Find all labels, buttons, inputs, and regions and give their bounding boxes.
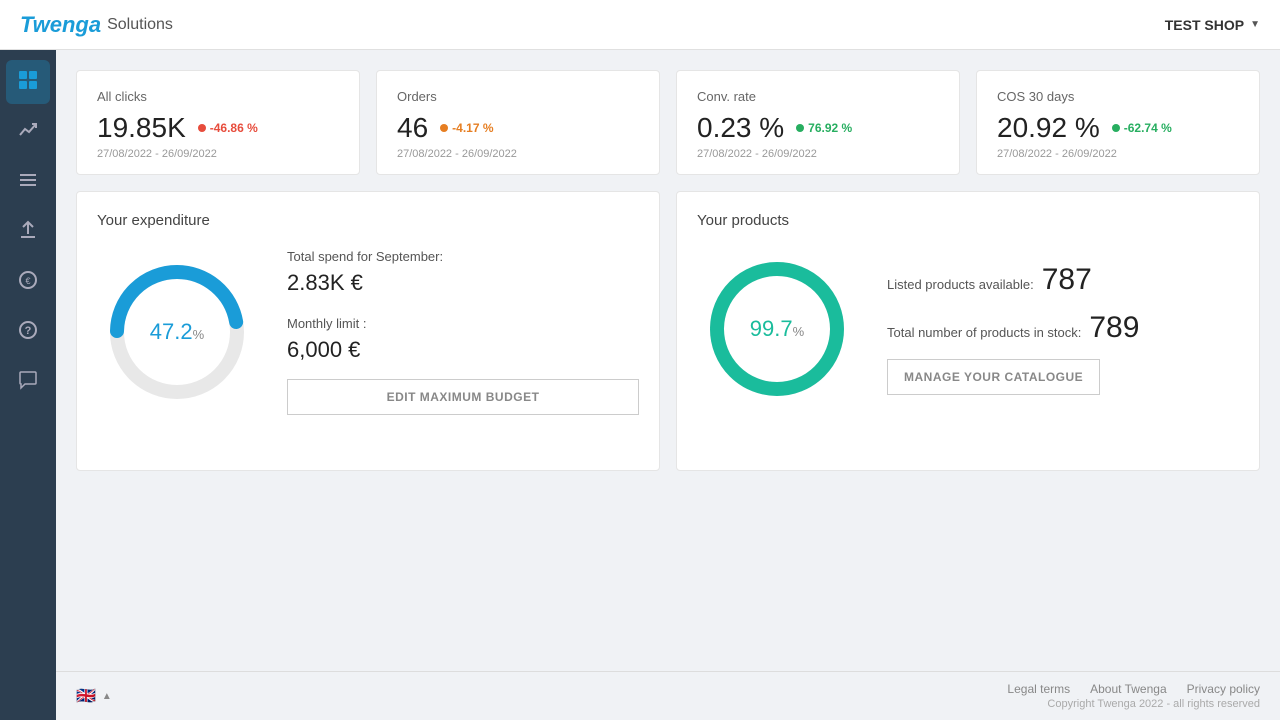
logo-solutions: Solutions bbox=[107, 16, 173, 34]
listed-count: 787 bbox=[1042, 263, 1092, 297]
sidebar: € ? bbox=[0, 50, 56, 720]
stat-value-conv: 0.23 % bbox=[697, 112, 784, 144]
products-panel: Your products 99.7% Listed p bbox=[676, 191, 1260, 471]
badge-dot-clicks bbox=[198, 124, 206, 132]
monthly-limit-value: 6,000 € bbox=[287, 337, 639, 363]
manage-catalogue-button[interactable]: MANAGE YOUR CATALOGUE bbox=[887, 359, 1100, 395]
stat-date-conv: 27/08/2022 - 26/09/2022 bbox=[697, 148, 939, 160]
badge-dot-orders bbox=[440, 124, 448, 132]
expenditure-info: Total spend for September: 2.83K € Month… bbox=[287, 249, 639, 415]
expenditure-donut: 47.2% bbox=[97, 252, 257, 412]
footer-copyright: Copyright Twenga 2022 - all rights reser… bbox=[1007, 698, 1260, 710]
svg-text:?: ? bbox=[25, 325, 32, 337]
footer-left: 🇬🇧 ▲ bbox=[76, 686, 112, 706]
main-content: All clicks 19.85K -46.86 % 27/08/2022 - … bbox=[56, 50, 1280, 671]
badge-value-clicks: -46.86 % bbox=[210, 121, 258, 135]
chevron-down-icon: ▼ bbox=[1250, 19, 1260, 30]
products-donut-text: 99.7% bbox=[750, 316, 804, 342]
chat-icon bbox=[18, 370, 38, 395]
expenditure-title: Your expenditure bbox=[97, 212, 639, 229]
stat-value-row-conv: 0.23 % 76.92 % bbox=[697, 112, 939, 144]
badge-value-conv: 76.92 % bbox=[808, 121, 852, 135]
stat-value-cos: 20.92 % bbox=[997, 112, 1100, 144]
badge-dot-cos bbox=[1112, 124, 1120, 132]
help-icon: ? bbox=[18, 320, 38, 345]
money-icon: € bbox=[18, 270, 38, 295]
products-info: Listed products available: 787 Total num… bbox=[887, 263, 1239, 395]
badge-value-cos: -62.74 % bbox=[1124, 121, 1172, 135]
stat-card-clicks: All clicks 19.85K -46.86 % 27/08/2022 - … bbox=[76, 70, 360, 175]
sidebar-item-chat[interactable] bbox=[6, 360, 50, 404]
listed-label: Listed products available: bbox=[887, 277, 1034, 292]
total-spend-value: 2.83K € bbox=[287, 270, 639, 296]
stock-count: 789 bbox=[1089, 311, 1139, 345]
about-twenga-link[interactable]: About Twenga bbox=[1090, 682, 1167, 696]
sidebar-item-analytics[interactable] bbox=[6, 110, 50, 154]
stat-title-orders: Orders bbox=[397, 89, 639, 104]
sidebar-item-dashboard[interactable] bbox=[6, 60, 50, 104]
stat-value-row-clicks: 19.85K -46.86 % bbox=[97, 112, 339, 144]
logo-twenga: Twenga bbox=[20, 12, 101, 38]
monthly-limit-label: Monthly limit : bbox=[287, 316, 639, 331]
stat-badge-clicks: -46.86 % bbox=[198, 121, 258, 135]
stock-label: Total number of products in stock: bbox=[887, 325, 1081, 340]
top-navigation: Twenga Solutions TEST SHOP ▼ bbox=[0, 0, 1280, 50]
expenditure-content: 47.2% Total spend for September: 2.83K €… bbox=[97, 249, 639, 415]
legal-terms-link[interactable]: Legal terms bbox=[1007, 682, 1070, 696]
total-spend-label: Total spend for September: bbox=[287, 249, 639, 264]
stat-value-row-orders: 46 -4.17 % bbox=[397, 112, 639, 144]
edit-budget-button[interactable]: EDIT MAXIMUM BUDGET bbox=[287, 379, 639, 415]
expenditure-donut-text: 47.2% bbox=[150, 319, 204, 345]
footer-links: Legal terms About Twenga Privacy policy bbox=[1007, 682, 1260, 696]
analytics-icon bbox=[18, 120, 38, 145]
products-content: 99.7% Listed products available: 787 Tot… bbox=[697, 249, 1239, 409]
stat-date-cos: 27/08/2022 - 26/09/2022 bbox=[997, 148, 1239, 160]
sidebar-item-help[interactable]: ? bbox=[6, 310, 50, 354]
svg-text:€: € bbox=[25, 276, 30, 286]
stat-title-clicks: All clicks bbox=[97, 89, 339, 104]
stat-badge-cos: -62.74 % bbox=[1112, 121, 1172, 135]
shop-name: TEST SHOP bbox=[1165, 17, 1244, 33]
bottom-row: Your expenditure 47.2% Total bbox=[76, 191, 1260, 471]
stat-card-cos: COS 30 days 20.92 % -62.74 % 27/08/2022 … bbox=[976, 70, 1260, 175]
stock-products-line: Total number of products in stock: 789 bbox=[887, 311, 1239, 345]
footer: 🇬🇧 ▲ Legal terms About Twenga Privacy po… bbox=[56, 671, 1280, 720]
listed-products-line: Listed products available: 787 bbox=[887, 263, 1239, 297]
stat-title-conv: Conv. rate bbox=[697, 89, 939, 104]
sidebar-item-money[interactable]: € bbox=[6, 260, 50, 304]
stat-title-cos: COS 30 days bbox=[997, 89, 1239, 104]
stat-value-row-cos: 20.92 % -62.74 % bbox=[997, 112, 1239, 144]
stat-card-orders: Orders 46 -4.17 % 27/08/2022 - 26/09/202… bbox=[376, 70, 660, 175]
shop-selector[interactable]: TEST SHOP ▼ bbox=[1165, 17, 1260, 33]
stat-badge-conv: 76.92 % bbox=[796, 121, 852, 135]
footer-chevron[interactable]: ▲ bbox=[102, 691, 112, 702]
flag-icon: 🇬🇧 bbox=[76, 686, 96, 706]
stat-badge-orders: -4.17 % bbox=[440, 121, 493, 135]
expenditure-panel: Your expenditure 47.2% Total bbox=[76, 191, 660, 471]
stat-value-orders: 46 bbox=[397, 112, 428, 144]
stats-row: All clicks 19.85K -46.86 % 27/08/2022 - … bbox=[76, 70, 1260, 175]
sidebar-item-upload[interactable] bbox=[6, 210, 50, 254]
dashboard-icon bbox=[18, 70, 38, 95]
stat-date-orders: 27/08/2022 - 26/09/2022 bbox=[397, 148, 639, 160]
stat-date-clicks: 27/08/2022 - 26/09/2022 bbox=[97, 148, 339, 160]
products-title: Your products bbox=[697, 212, 1239, 229]
badge-value-orders: -4.17 % bbox=[452, 121, 493, 135]
privacy-policy-link[interactable]: Privacy policy bbox=[1187, 682, 1260, 696]
stat-card-conv: Conv. rate 0.23 % 76.92 % 27/08/2022 - 2… bbox=[676, 70, 960, 175]
sidebar-item-list[interactable] bbox=[6, 160, 50, 204]
upload-icon bbox=[18, 220, 38, 245]
badge-dot-conv bbox=[796, 124, 804, 132]
list-icon bbox=[18, 170, 38, 195]
products-donut: 99.7% bbox=[697, 249, 857, 409]
stat-value-clicks: 19.85K bbox=[97, 112, 186, 144]
logo: Twenga Solutions bbox=[20, 12, 173, 38]
footer-right-block: Legal terms About Twenga Privacy policy … bbox=[1007, 682, 1260, 710]
